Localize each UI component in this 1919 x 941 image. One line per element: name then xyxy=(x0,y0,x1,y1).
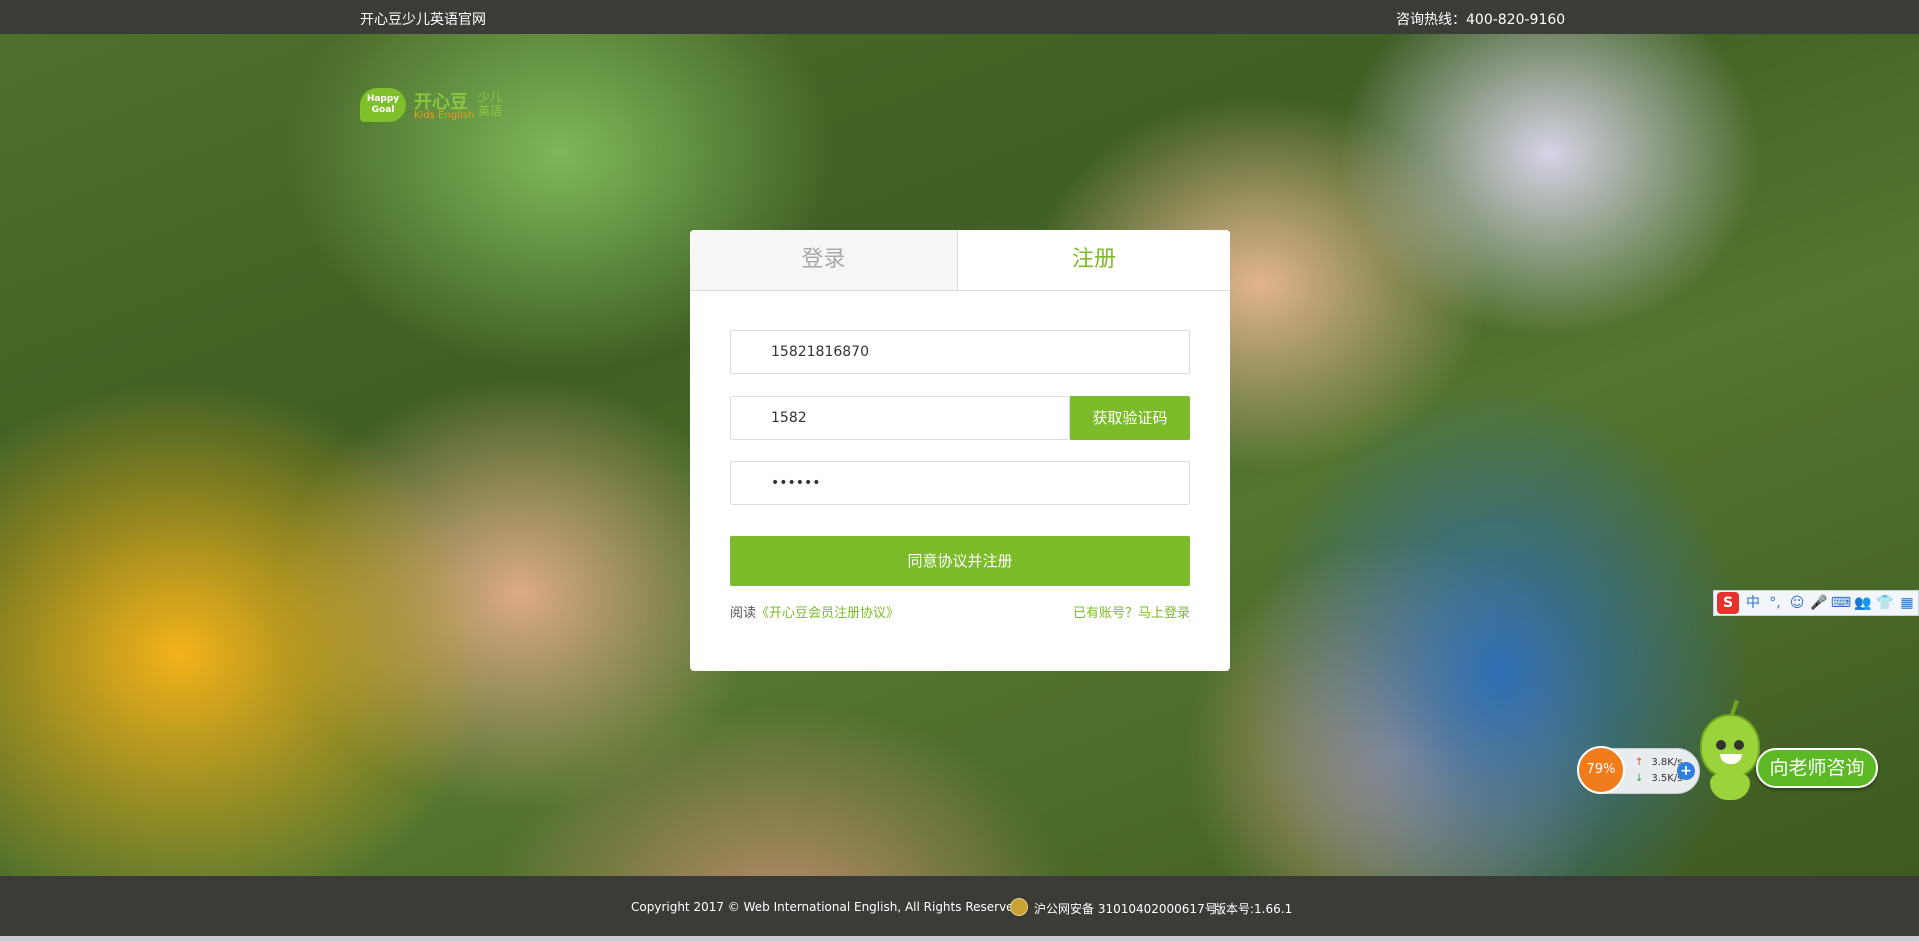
logo-badge-line2: Goal xyxy=(371,105,395,115)
site-name[interactable]: 开心豆少儿英语官网 xyxy=(360,9,486,29)
network-speed-widget[interactable]: 79% ↑ 3.8K/s ↓ 3.5K/s + xyxy=(1577,746,1700,794)
memory-percent[interactable]: 79% xyxy=(1577,746,1625,794)
ime-keyboard-icon[interactable]: ⌨ xyxy=(1830,591,1852,615)
agreement-link[interactable]: 《开心豆会员注册协议》 xyxy=(756,606,899,621)
get-code-button[interactable]: 获取验证码 xyxy=(1070,396,1190,440)
logo-subtitle: 少儿英语 xyxy=(478,90,503,118)
phone-input[interactable]: 15821816870 xyxy=(730,330,1190,374)
mascot-eye xyxy=(1716,740,1726,750)
auth-card: 登录 注册 15821816870 1582 获取验证码 •••••• 同意协议… xyxy=(690,230,1230,671)
tab-register[interactable]: 注册 xyxy=(958,230,1230,290)
consult-widget[interactable]: 向老师咨询 xyxy=(1696,699,1886,804)
add-icon[interactable]: + xyxy=(1677,762,1695,780)
upload-arrow-icon: ↑ xyxy=(1635,757,1644,768)
verification-code-input[interactable]: 1582 xyxy=(730,396,1070,440)
police-badge-icon xyxy=(1010,898,1028,916)
logo-leaf-icon: Happy Goal xyxy=(360,88,406,122)
mascot-icon xyxy=(1700,714,1760,778)
consult-teacher-button[interactable]: 向老师咨询 xyxy=(1756,748,1878,788)
agreement-prefix: 阅读 xyxy=(730,606,757,621)
logo-badge-line1: Happy xyxy=(366,94,400,104)
ime-punctuation-icon[interactable]: °, xyxy=(1764,591,1786,615)
ime-toolbar[interactable]: S 中 °, ☺ 🎤 ⌨ 👥 👕 ▦ xyxy=(1713,590,1919,616)
ime-voice-icon[interactable]: 🎤 xyxy=(1808,591,1830,615)
password-input[interactable]: •••••• xyxy=(730,461,1190,505)
download-arrow-icon: ↓ xyxy=(1635,773,1644,784)
upload-speed: ↑ 3.8K/s xyxy=(1635,757,1682,768)
top-bar: 开心豆少儿英语官网 咨询热线：400-820-9160 xyxy=(0,0,1919,34)
download-speed: ↓ 3.5K/s xyxy=(1635,773,1682,784)
logo-name-en: Kids English xyxy=(414,110,475,121)
tab-login[interactable]: 登录 xyxy=(690,230,958,290)
footer: Copyright 2017 © Web International Engli… xyxy=(0,876,1919,936)
register-button[interactable]: 同意协议并注册 xyxy=(730,536,1190,586)
ime-emoji-icon[interactable]: ☺ xyxy=(1786,591,1808,615)
copyright-text: Copyright 2017 © Web International Engli… xyxy=(631,900,1022,914)
auth-tabs: 登录 注册 xyxy=(690,230,1230,291)
ime-user-icon[interactable]: 👥 xyxy=(1852,591,1874,615)
mascot-mouth xyxy=(1720,754,1742,764)
taskbar-strip xyxy=(0,936,1919,941)
agreement-text: 阅读《开心豆会员注册协议》 xyxy=(730,602,899,621)
icp-record[interactable]: 沪公网安备 31010402000617号 xyxy=(1034,900,1217,917)
brand-logo[interactable]: Happy Goal 开心豆 Kids English 少儿英语 xyxy=(360,88,510,124)
hotline: 咨询热线：400-820-9160 xyxy=(1396,12,1566,28)
sogou-logo-icon[interactable]: S xyxy=(1717,592,1739,614)
login-link[interactable]: 已有账号？马上登录 xyxy=(1073,602,1190,621)
ime-skin-icon[interactable]: 👕 xyxy=(1874,591,1896,615)
mascot-eye xyxy=(1734,740,1744,750)
ime-menu-icon[interactable]: ▦ xyxy=(1896,591,1918,615)
ime-chinese-mode-icon[interactable]: 中 xyxy=(1742,591,1764,615)
version-text: 版本号:1.66.1 xyxy=(1214,902,1293,916)
mascot-body xyxy=(1710,774,1750,800)
